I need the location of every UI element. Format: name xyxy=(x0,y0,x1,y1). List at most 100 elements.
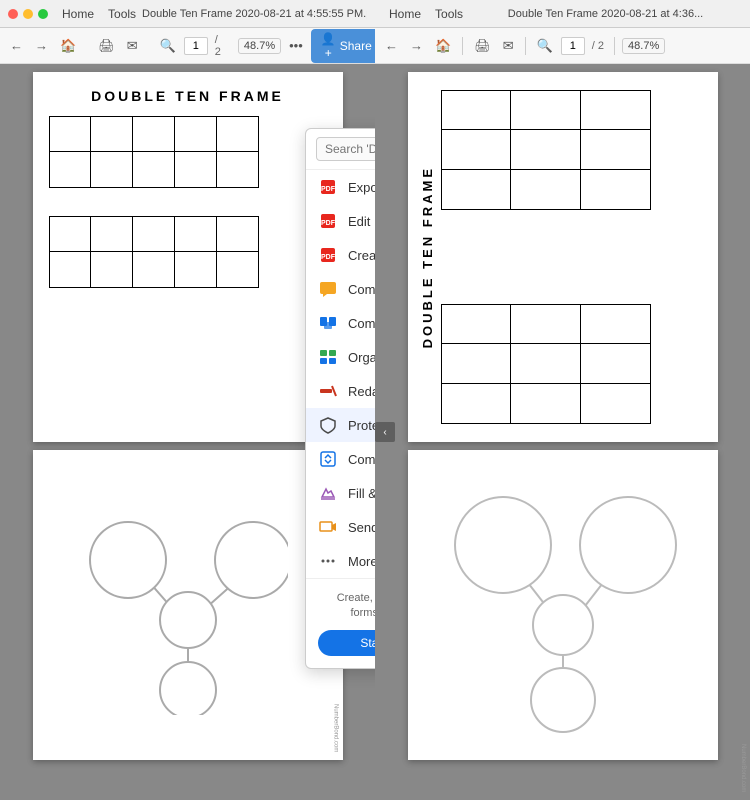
back-btn-right[interactable]: ← xyxy=(381,36,402,55)
email-btn-right[interactable]: ✉ xyxy=(499,36,518,56)
send-label: Send for Comments xyxy=(348,520,375,535)
right-frame2-row2 xyxy=(441,344,704,384)
share-btn-left[interactable]: 👤+ Share xyxy=(311,29,382,63)
maximize-dot[interactable] xyxy=(38,9,48,19)
cell xyxy=(217,252,259,288)
export-pdf-label: Export PDF xyxy=(348,180,375,195)
organize-label: Organize Pages xyxy=(348,350,375,365)
redact-label: Redact xyxy=(348,384,375,399)
zoom-out-btn-left[interactable]: 🔍 xyxy=(156,36,180,56)
compress-pdf-item[interactable]: Compress PDF xyxy=(306,442,375,476)
zoom-level-right[interactable]: 48.7% xyxy=(622,38,665,54)
svg-text:PDF: PDF xyxy=(321,254,336,261)
more-tools-item[interactable]: More Tools xyxy=(306,544,375,578)
cell xyxy=(217,216,259,252)
right-frame1-row3 xyxy=(441,170,704,210)
page-input-left[interactable] xyxy=(184,37,208,55)
right-frame2 xyxy=(441,304,704,424)
cell xyxy=(175,152,217,188)
home-menu-left[interactable]: Home xyxy=(56,5,100,23)
svg-text:PDF: PDF xyxy=(321,220,336,227)
page1-title: DOUBLE TEN FRAME xyxy=(49,88,327,104)
cell xyxy=(217,116,259,152)
left-toolbar: ← → 🏠 🖨 ✉ 🔍 / 2 48.7% ••• 👤+ Share xyxy=(0,28,375,64)
right-window-title: Double Ten Frame 2020-08-21 at 4:36... xyxy=(469,8,742,20)
send-comments-item[interactable]: Send for Comments xyxy=(306,510,375,544)
comment-icon xyxy=(318,279,338,299)
home-btn-right[interactable]: 🏠 xyxy=(431,36,455,56)
page-nav-right[interactable]: ‹ xyxy=(375,422,395,442)
more-btn-left[interactable]: ••• xyxy=(285,36,307,55)
more-tools-icon xyxy=(318,551,338,571)
organize-pages-item[interactable]: Organize Pages xyxy=(306,340,375,374)
protect-item[interactable]: Protect xyxy=(306,408,375,442)
send-icon xyxy=(318,517,338,537)
protect-icon xyxy=(318,415,338,435)
right-frame1-row2 xyxy=(441,130,704,170)
right-vertical-title-container: DOUBLE TEN FRAME xyxy=(418,82,437,432)
cell xyxy=(49,252,91,288)
organize-icon xyxy=(318,347,338,367)
comment-item[interactable]: Comment xyxy=(306,272,375,306)
home-btn-left[interactable]: 🏠 xyxy=(56,36,80,56)
cell xyxy=(511,170,581,210)
right-panel: DOUBLE TEN FRAME xyxy=(375,64,750,800)
minimize-dot[interactable] xyxy=(23,9,33,19)
cell xyxy=(441,130,511,170)
frame1-grid xyxy=(49,116,327,188)
redact-icon xyxy=(318,381,338,401)
cell xyxy=(441,304,511,344)
dropdown-menu[interactable]: PDF Export PDF › PDF Edit PDF PDF Create… xyxy=(305,128,375,669)
cell xyxy=(511,90,581,130)
home-menu-right[interactable]: Home xyxy=(383,5,427,23)
cell xyxy=(133,116,175,152)
trial-button[interactable]: Start Free Trial xyxy=(318,630,375,656)
tools-menu-left[interactable]: Tools xyxy=(102,5,142,23)
cell xyxy=(581,384,651,424)
print-btn-right[interactable]: 🖨 xyxy=(470,36,495,56)
search-box[interactable] xyxy=(306,129,375,170)
tools-menu-right[interactable]: Tools xyxy=(429,5,469,23)
dropdown-bottom: Create, edit and sign PDFforms & agreeme… xyxy=(306,578,375,668)
page-input-right[interactable] xyxy=(561,37,585,55)
forward-btn-right[interactable]: → xyxy=(406,36,427,55)
email-btn-left[interactable]: ✉ xyxy=(123,36,142,56)
redact-item[interactable]: Redact xyxy=(306,374,375,408)
zoom-out-btn-right[interactable]: 🔍 xyxy=(533,36,557,56)
create-pdf-item[interactable]: PDF Create PDF › xyxy=(306,238,375,272)
fill-sign-icon xyxy=(318,483,338,503)
edit-pdf-label: Edit PDF xyxy=(348,214,375,229)
cell xyxy=(49,152,91,188)
forward-btn-left[interactable]: → xyxy=(31,36,52,55)
cell xyxy=(49,216,91,252)
share-label: Share xyxy=(340,39,372,53)
cell xyxy=(91,216,133,252)
cell xyxy=(175,116,217,152)
fill-sign-item[interactable]: Fill & Sign xyxy=(306,476,375,510)
cell xyxy=(175,216,217,252)
cell xyxy=(441,90,511,130)
combine-label: Combine Files xyxy=(348,316,375,331)
print-btn-left[interactable]: 🖨 xyxy=(94,36,119,56)
zoom-level-left[interactable]: 48.7% xyxy=(238,38,281,54)
combine-icon xyxy=(318,313,338,333)
share-icon: 👤+ xyxy=(321,32,336,60)
frame1 xyxy=(49,116,327,188)
export-icon: PDF xyxy=(318,177,338,197)
edit-pdf-item[interactable]: PDF Edit PDF xyxy=(306,204,375,238)
page-total-left: / 2 xyxy=(215,34,221,58)
cell xyxy=(133,252,175,288)
back-btn-left[interactable]: ← xyxy=(6,36,27,55)
combine-files-item[interactable]: Combine Files xyxy=(306,306,375,340)
cell xyxy=(511,304,581,344)
cell xyxy=(91,152,133,188)
export-pdf-item[interactable]: PDF Export PDF › xyxy=(306,170,375,204)
cell xyxy=(581,304,651,344)
left-title-bar: Home Tools Double Ten Frame 2020-08-21 a… xyxy=(0,0,375,28)
compress-icon xyxy=(318,449,338,469)
cell xyxy=(511,344,581,384)
close-dot[interactable] xyxy=(8,9,18,19)
cell xyxy=(217,152,259,188)
menu-search-input[interactable] xyxy=(316,137,375,161)
page-total-right: / 2 xyxy=(592,40,604,52)
